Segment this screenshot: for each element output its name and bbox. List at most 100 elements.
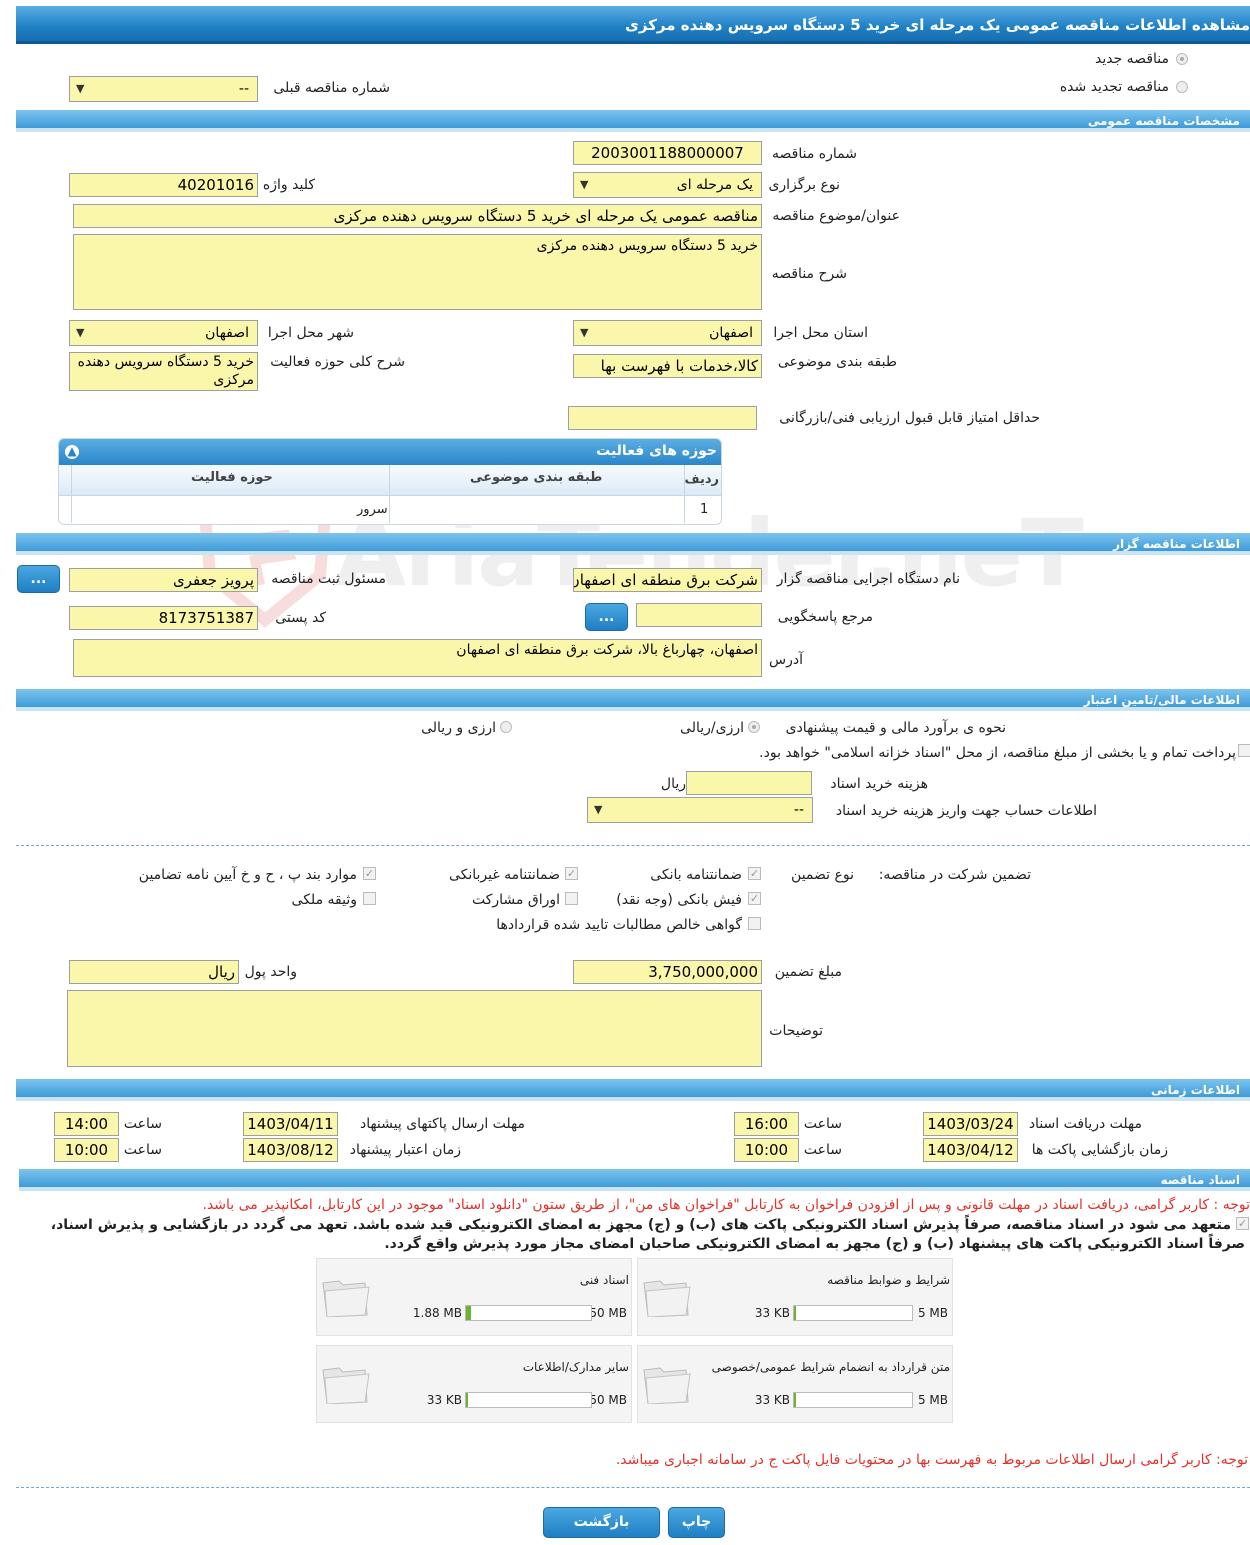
section-documents: اسناد مناقصه (19, 1169, 1250, 1191)
radio-fx-rial-label: ارزی/ریالی (680, 720, 744, 736)
tender-number-field: 2003001188000007 (573, 141, 762, 165)
opening-time-label: ساعت (803, 1142, 842, 1158)
col-header-row: ردیف (684, 472, 719, 487)
file-box[interactable]: شرایط و ضوابط مناقصه 5 MB 33 KB (637, 1258, 953, 1336)
radio-renewed-tender-label: مناقصه تجدید شده (1059, 79, 1169, 95)
commit-text-line1: متعهد می شود در اسناد مناقصه، صرفاً پذیر… (50, 1217, 1231, 1233)
folder-icon (322, 1367, 370, 1404)
activity-grid-title: حوزه های فعالیت (596, 443, 717, 459)
section-finance: اطلاعات مالی/تامین اعتبار (16, 689, 1250, 711)
property-checkbox[interactable] (363, 892, 376, 905)
file-max-size: 5 MB (917, 1393, 948, 1407)
account-value: -- (793, 802, 804, 818)
registrar-more-button[interactable]: ... (17, 565, 60, 593)
send-deadline-label: مهلت ارسال پاکتهای پیشنهاد (359, 1116, 525, 1132)
file-box[interactable]: سایر مدارک/اطلاعات 50 MB 33 KB (316, 1345, 632, 1423)
reference-more-button[interactable]: ... (585, 603, 628, 631)
guarantee-label: تضمین شرکت در مناقصه: (878, 867, 1031, 883)
property-label: وثیقه ملکی (291, 892, 357, 908)
treasury-checkbox[interactable] (1238, 744, 1250, 757)
chevron-down-icon: ▼ (594, 803, 603, 816)
province-select[interactable]: اصفهان ▼ (573, 320, 762, 346)
folder-icon (643, 1280, 691, 1317)
row-index: 1 (700, 502, 709, 517)
file-size: 1.88 MB (412, 1306, 462, 1320)
radio-new-tender[interactable] (1176, 53, 1188, 65)
doc-deadline-time-label: ساعت (803, 1116, 842, 1132)
file-progress-fill (466, 1393, 468, 1407)
nonbank-guarantee-checkbox[interactable]: ✓ (565, 867, 578, 880)
province-value: اصفهان (709, 325, 753, 341)
address-label: آدرس (769, 652, 803, 668)
collapse-icon[interactable]: ▲ (65, 445, 79, 459)
org-field: شرکت برق منطقه ای اصفهان (573, 568, 762, 592)
price-list-notice: توجه: کاربر گرامی ارسال اطلاعات مربوط به… (615, 1452, 1248, 1468)
file-size: 33 KB (754, 1393, 790, 1407)
validity-time: 10:00 (54, 1138, 119, 1162)
file-size: 33 KB (426, 1393, 462, 1407)
regulation-items-label: موارد بند پ ، ح و خ آیین نامه تضامین (138, 867, 357, 883)
description-label: شرح مناقصه (771, 266, 847, 282)
account-label: اطلاعات حساب جهت واریز هزینه خرید اسناد (835, 803, 1097, 819)
folder-icon (322, 1280, 370, 1317)
activity-desc-field: خرید 5 دستگاه سرویس دهنده مرکزی (69, 352, 258, 391)
activity-desc-label: شرح کلی حوزه فعالیت (270, 354, 405, 370)
chevron-down-icon: ▼ (76, 326, 85, 339)
account-select[interactable]: -- ▼ (587, 797, 813, 823)
file-max-size: 50 MB (589, 1306, 627, 1320)
send-deadline-date: 1403/04/11 (243, 1112, 338, 1136)
radio-fx-and-rial[interactable] (500, 721, 512, 733)
notes-field (67, 990, 762, 1067)
file-size: 33 KB (754, 1306, 790, 1320)
address-field: اصفهان، چهارباغ بالا، شرکت برق منطقه ای … (73, 639, 762, 677)
holding-type-label: نوع برگزاری (768, 177, 840, 193)
prev-tender-select[interactable]: -- ▼ (69, 76, 258, 102)
table-row: 1 سرور (59, 496, 721, 523)
bonds-checkbox[interactable] (565, 892, 578, 905)
city-value: اصفهان (205, 325, 249, 341)
keyword-label: کلید واژه (262, 177, 315, 193)
file-box[interactable]: اسناد فنی 50 MB 1.88 MB (316, 1258, 632, 1336)
cash-receipt-checkbox[interactable]: ✓ (748, 892, 761, 905)
category-label: طبقه بندی موضوعی (777, 354, 897, 370)
col-header-field: حوزه فعالیت (191, 470, 273, 485)
print-button[interactable]: چاپ (668, 1507, 725, 1538)
radio-renewed-tender[interactable] (1176, 81, 1188, 93)
chevron-down-icon: ▼ (580, 326, 589, 339)
radio-new-tender-label: مناقصه جدید (1094, 51, 1169, 67)
file-max-size: 50 MB (589, 1393, 627, 1407)
tender-number-label: شماره مناقصه (772, 146, 857, 162)
opening-date: 1403/04/12 (923, 1138, 1018, 1162)
folder-icon (643, 1367, 691, 1404)
file-progress (465, 1392, 592, 1408)
min-score-label: حداقل امتیاز قابل قبول ارزیابی فنی/بازرگ… (779, 410, 1040, 426)
holding-type-select[interactable]: یک مرحله ای ▼ (573, 172, 762, 198)
registrar-label: مسئول ثبت مناقصه (271, 571, 386, 587)
subject-label: عنوان/موضوع مناقصه (772, 208, 900, 224)
estimate-label: نحوه ی برآورد مالی و قیمت پیشنهادی (785, 720, 1006, 736)
holding-type-value: یک مرحله ای (676, 177, 753, 193)
min-score-field (568, 406, 757, 430)
radio-fx-and-rial-label: ارزی و ریالی (421, 720, 496, 736)
opening-label: زمان بازگشایی پاکت ها (1031, 1142, 1168, 1158)
divider (16, 845, 1250, 846)
receivables-checkbox[interactable] (748, 917, 761, 930)
doc-cost-label: هزینه خرید اسناد (830, 776, 928, 792)
doc-deadline-time: 16:00 (734, 1112, 799, 1136)
prev-tender-label: شماره مناقصه قبلی (273, 80, 390, 96)
doc-cost-unit: ریال (660, 776, 686, 792)
bonds-label: اوراق مشارکت (471, 892, 560, 908)
file-box[interactable]: متن قرارداد به انضمام شرایط عمومی/خصوصی … (637, 1345, 953, 1423)
keyword-field: 40201016 (69, 173, 258, 197)
doc-cost-field (686, 771, 812, 795)
reference-field (636, 603, 762, 627)
postal-code-field: 8173751387 (69, 606, 258, 630)
back-button[interactable]: بازگشت (543, 1507, 660, 1538)
bank-guarantee-checkbox[interactable]: ✓ (748, 867, 761, 880)
radio-fx-rial[interactable] (748, 721, 760, 733)
org-label: نام دستگاه اجرایی مناقصه گزار (776, 571, 960, 587)
file-progress-fill (794, 1393, 796, 1407)
validity-label: زمان اعتبار پیشنهاد (349, 1142, 461, 1158)
city-select[interactable]: اصفهان ▼ (69, 320, 258, 346)
regulation-items-checkbox[interactable]: ✓ (363, 867, 376, 880)
